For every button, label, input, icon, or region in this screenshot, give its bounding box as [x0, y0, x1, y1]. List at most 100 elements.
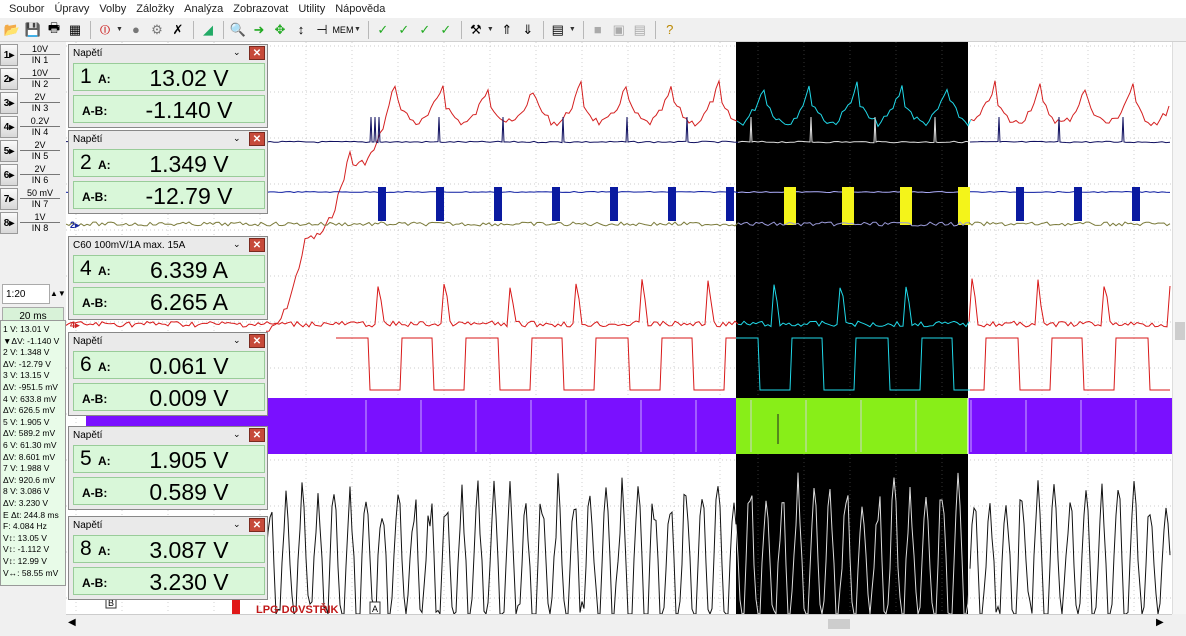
zoom-select[interactable]: 1:20 [2, 284, 50, 304]
close-icon[interactable]: ✕ [249, 46, 265, 60]
close-icon[interactable]: ✕ [249, 238, 265, 252]
channel-row: 6▸ 2V IN 6 [0, 163, 66, 187]
channel-range[interactable]: 10V [20, 43, 60, 55]
channel-button[interactable]: 3▸ [0, 92, 18, 114]
panel-a-row: 6 A: 0.061 V [73, 351, 265, 379]
close-icon[interactable]: ✕ [249, 132, 265, 146]
help-icon[interactable]: ? [660, 20, 680, 40]
horizontal-scrollbar[interactable]: ◀ ▶ [66, 614, 1172, 632]
chevron-down-icon[interactable]: ▼ [354, 26, 361, 33]
channel-range[interactable]: 2V [20, 163, 60, 175]
scroll-right-icon[interactable]: ▶ [1156, 617, 1164, 628]
injector-pulse [1016, 187, 1024, 221]
menu-item-1[interactable]: Úpravy [49, 3, 94, 15]
chevron-down-icon[interactable]: ⌄ [233, 133, 241, 144]
chevron-down-icon[interactable]: ⌄ [233, 429, 241, 440]
zoom-icon[interactable]: 🔍 [228, 20, 248, 40]
panel-ab-value: 0.009 V [149, 385, 229, 411]
chevron-down-icon[interactable]: ⌄ [233, 335, 241, 346]
vertical-scroll-thumb[interactable] [1175, 322, 1185, 340]
print-icon[interactable]: 🖶 [44, 20, 64, 40]
check-a-icon[interactable]: ✓ [394, 20, 414, 40]
channel-button[interactable]: 6▸ [0, 164, 18, 186]
channel-input: IN 3 [31, 103, 49, 113]
injector-pulse [552, 187, 560, 221]
close-icon[interactable]: ✕ [249, 518, 265, 532]
navigate-icon[interactable]: ✥ [270, 20, 290, 40]
tool-icon[interactable]: ⚙ [147, 20, 167, 40]
panel-ab-value: -1.140 V [145, 97, 233, 123]
panel-ab-row: A-B: 6.265 A [73, 287, 265, 315]
disabled-icon: ▤ [633, 21, 646, 37]
napeti-panel: C60 100mV/1A max. 15A ⌄ ✕ 4 A: 6.339 A A-B: 6.2… [68, 236, 268, 320]
marker-4-label: 4▸ [70, 320, 80, 330]
cursor-icon[interactable]: ↕ [291, 20, 311, 40]
menu-item-0[interactable]: Soubor [4, 3, 49, 15]
clear-icon[interactable]: ✗ [168, 20, 188, 40]
napeti-panel: Napětí ⌄ ✕ 5 A: 1.905 V A-B: 0.589 V [68, 426, 268, 510]
open-file-icon[interactable]: 📂 [2, 20, 22, 40]
marker-icon[interactable]: ⊣ [312, 20, 332, 40]
check-c-icon[interactable]: ✓ [436, 20, 456, 40]
channel-range[interactable]: 1V [20, 211, 60, 223]
check-b-icon[interactable]: ✓ [415, 20, 435, 40]
horizontal-scroll-thumb[interactable] [828, 619, 850, 629]
menu-item-3[interactable]: Záložky [131, 3, 179, 15]
panel-a-value: 1.349 V [149, 151, 229, 177]
settings-icon[interactable]: ⚒ [466, 20, 486, 40]
channel-input: IN 5 [31, 151, 49, 161]
menu-item-7[interactable]: Nápověda [330, 3, 390, 15]
channel-button[interactable]: 1▸ [0, 44, 18, 66]
panel-ab-label: A-B: [82, 486, 108, 500]
measurement-line: 5 V: 1.905 V [3, 416, 50, 427]
channel-column: 1▸ 10V IN 1 2▸ 10V IN 2 3▸ 2V IN 3 4▸ 0.2V IN 4 5▸ 2V… [0, 42, 66, 327]
close-icon[interactable]: ✕ [249, 334, 265, 348]
chart-icon[interactable]: ◢ [198, 20, 218, 40]
check-icon[interactable]: ✓ [373, 20, 393, 40]
channel-button[interactable]: 4▸ [0, 116, 18, 138]
stop-icon[interactable]: ⏼ [95, 20, 115, 40]
memory-icon[interactable]: MEM [332, 20, 353, 40]
panel-ab-row: A-B: 0.009 V [73, 383, 265, 411]
chevron-down-icon[interactable]: ⌄ [233, 239, 241, 250]
measurement-line: ΔV: 589.2 mV [3, 428, 56, 439]
channel-button[interactable]: 8▸ [0, 212, 18, 234]
channel-range[interactable]: 2V [20, 91, 60, 103]
panel-a-label: A: [98, 264, 111, 278]
napeti-panel: Napětí ⌄ ✕ 6 A: 0.061 V A-B: 0.009 V [68, 332, 268, 416]
channel-button[interactable]: 2▸ [0, 68, 18, 90]
menu-item-5[interactable]: Zobrazovat [228, 3, 293, 15]
save-icon[interactable]: 💾 [23, 20, 43, 40]
channel-range[interactable]: 2V [20, 139, 60, 151]
trace-current [968, 278, 1171, 328]
print-preview-icon[interactable]: ▦ [65, 20, 85, 40]
channel-range[interactable]: 10V [20, 67, 60, 79]
menu-item-4[interactable]: Analýza [179, 3, 228, 15]
chevron-down-icon[interactable]: ⌄ [233, 47, 241, 58]
menu-item-2[interactable]: Volby [94, 3, 131, 15]
vertical-scrollbar[interactable] [1172, 42, 1186, 614]
chevron-down-icon[interactable]: ⌄ [233, 519, 241, 530]
panel-a-label: A: [98, 544, 111, 558]
chevron-down-icon[interactable]: ▼ [487, 26, 494, 33]
trace-olive [66, 221, 739, 227]
channel-button[interactable]: 5▸ [0, 140, 18, 162]
layout-icon[interactable]: ▤ [548, 20, 568, 40]
channel-button[interactable]: 7▸ [0, 188, 18, 210]
panel-title: Napětí [73, 134, 103, 145]
channel-up-icon[interactable]: ⇑ [497, 20, 517, 40]
channel-range[interactable]: 0.2V [20, 115, 60, 127]
record-icon[interactable]: ● [126, 20, 146, 40]
menu-item-6[interactable]: Utility [293, 3, 330, 15]
measurement-line: ΔV: -951.5 mV [3, 382, 58, 392]
chevron-down-icon[interactable]: ▼ [569, 26, 576, 33]
channel-row: 4▸ 0.2V IN 4 [0, 115, 66, 139]
channel-range[interactable]: 50 mV [20, 187, 60, 199]
zoom-spinner-icon[interactable]: ▲▼ [50, 284, 66, 304]
scroll-left-icon[interactable]: ◀ [68, 617, 76, 628]
close-icon[interactable]: ✕ [249, 428, 265, 442]
chevron-down-icon[interactable]: ▼ [116, 26, 123, 33]
channel-row: 8▸ 1V IN 8 [0, 211, 66, 235]
run-icon[interactable]: ➜ [249, 20, 269, 40]
channel-down-icon[interactable]: ⇓ [518, 20, 538, 40]
